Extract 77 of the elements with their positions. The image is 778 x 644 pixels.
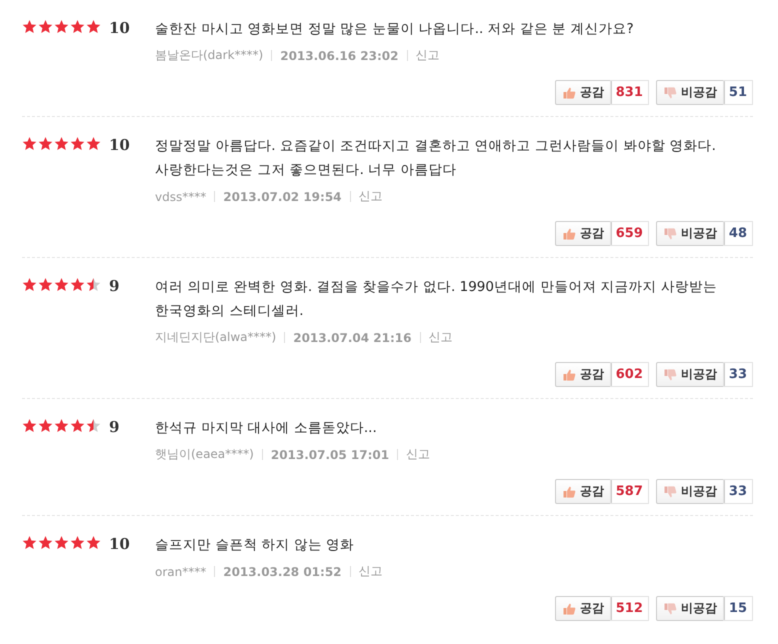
star-icon <box>38 136 53 151</box>
rating-score: 10 <box>109 19 130 37</box>
thumbs-up-icon <box>562 228 576 240</box>
star-icon <box>54 136 69 151</box>
rating-score: 10 <box>109 535 130 553</box>
thumbs-up-icon <box>562 86 576 98</box>
review-text: 술한잔 마시고 영화보면 정말 많은 눈물이 나옵니다.. 저와 같은 분 계신가요? <box>155 20 635 39</box>
star-icon <box>70 19 85 34</box>
star-icon <box>22 418 37 433</box>
dislike-button[interactable]: 비공감 <box>656 479 725 504</box>
like-count: 512 <box>610 596 649 621</box>
star-icon <box>86 277 101 292</box>
review-text: 한국영화의 스테디셀러. <box>155 302 305 321</box>
star-icon <box>70 277 85 292</box>
star-icon <box>86 418 101 433</box>
thumbs-down-icon <box>664 86 677 98</box>
dislike-count: 51 <box>722 80 753 105</box>
like-count: 587 <box>610 479 649 504</box>
review-text: 여러 의미로 완벽한 영화. 결점을 찾을수가 없다. 1990년대에 만들어져 지금까지 사랑받는 <box>155 278 718 297</box>
author-name: 햇님이(eaea****) <box>155 446 254 463</box>
dislike-count: 33 <box>722 362 753 387</box>
review-date: 2013.06.16 23:02 <box>280 48 399 62</box>
star-icon <box>54 418 69 433</box>
thumbs-down-icon <box>664 602 677 614</box>
like-button[interactable]: 공감 <box>554 221 612 246</box>
star-icon <box>70 136 85 151</box>
thumbs-down-icon <box>664 368 677 380</box>
star-icon <box>86 136 101 151</box>
dislike-button[interactable]: 비공감 <box>656 362 725 387</box>
star-icon <box>86 535 101 550</box>
like-count: 602 <box>610 362 649 387</box>
rating-score: 9 <box>109 418 120 436</box>
author-name: vdss**** <box>155 190 206 204</box>
author-name: oran**** <box>155 564 206 578</box>
star-icon <box>38 535 53 550</box>
star-icon <box>70 535 85 550</box>
dislike-count: 33 <box>722 479 753 504</box>
like-button[interactable]: 공감 <box>554 362 612 387</box>
star-icon <box>22 277 37 292</box>
dislike-button[interactable]: 비공감 <box>656 221 725 246</box>
author-name: 지네딘지단(alwa****) <box>155 329 276 346</box>
review-date: 2013.07.02 19:54 <box>223 190 342 204</box>
rating-score: 10 <box>109 136 130 154</box>
review-text: 정말정말 아름답다. 요즘같이 조건따지고 결혼하고 연애하고 그런사람들이 봐야할 영화다. <box>155 137 717 156</box>
star-icon <box>86 19 101 34</box>
like-count: 659 <box>610 221 649 246</box>
dislike-button[interactable]: 비공감 <box>656 596 725 621</box>
star-icon <box>38 277 53 292</box>
like-button[interactable]: 공감 <box>554 596 612 621</box>
star-icon <box>54 277 69 292</box>
thumbs-up-icon <box>562 368 576 380</box>
like-button[interactable]: 공감 <box>554 80 612 105</box>
star-icon <box>54 19 69 34</box>
dislike-count: 48 <box>722 221 753 246</box>
star-icon <box>22 136 37 151</box>
like-count: 831 <box>610 80 649 105</box>
thumbs-up-icon <box>562 486 576 498</box>
star-icon <box>22 535 37 550</box>
thumbs-down-icon <box>664 486 677 498</box>
rating-score: 9 <box>109 277 120 295</box>
star-icon <box>38 19 53 34</box>
star-icon <box>38 418 53 433</box>
star-icon <box>70 418 85 433</box>
dislike-button[interactable]: 비공감 <box>656 80 725 105</box>
review-text: 사랑한다는것은 그저 좋으면된다. 너무 아름답다 <box>155 161 458 180</box>
thumbs-down-icon <box>664 228 677 240</box>
like-button[interactable]: 공감 <box>554 479 612 504</box>
review-text: 한석규 마지막 대사에 소름돋았다... <box>155 419 378 438</box>
thumbs-up-icon <box>562 602 576 614</box>
review-date: 2013.07.04 21:16 <box>293 330 412 344</box>
author-name: 봄날온다(dark****) <box>155 47 264 64</box>
review-date: 2013.03.28 01:52 <box>223 564 342 578</box>
review-date: 2013.07.05 17:01 <box>270 448 390 462</box>
star-icon <box>54 535 69 550</box>
review-text: 슬프지만 슬픈척 하지 않는 영화 <box>155 536 356 555</box>
dislike-count: 15 <box>722 596 753 621</box>
star-icon <box>22 19 37 34</box>
